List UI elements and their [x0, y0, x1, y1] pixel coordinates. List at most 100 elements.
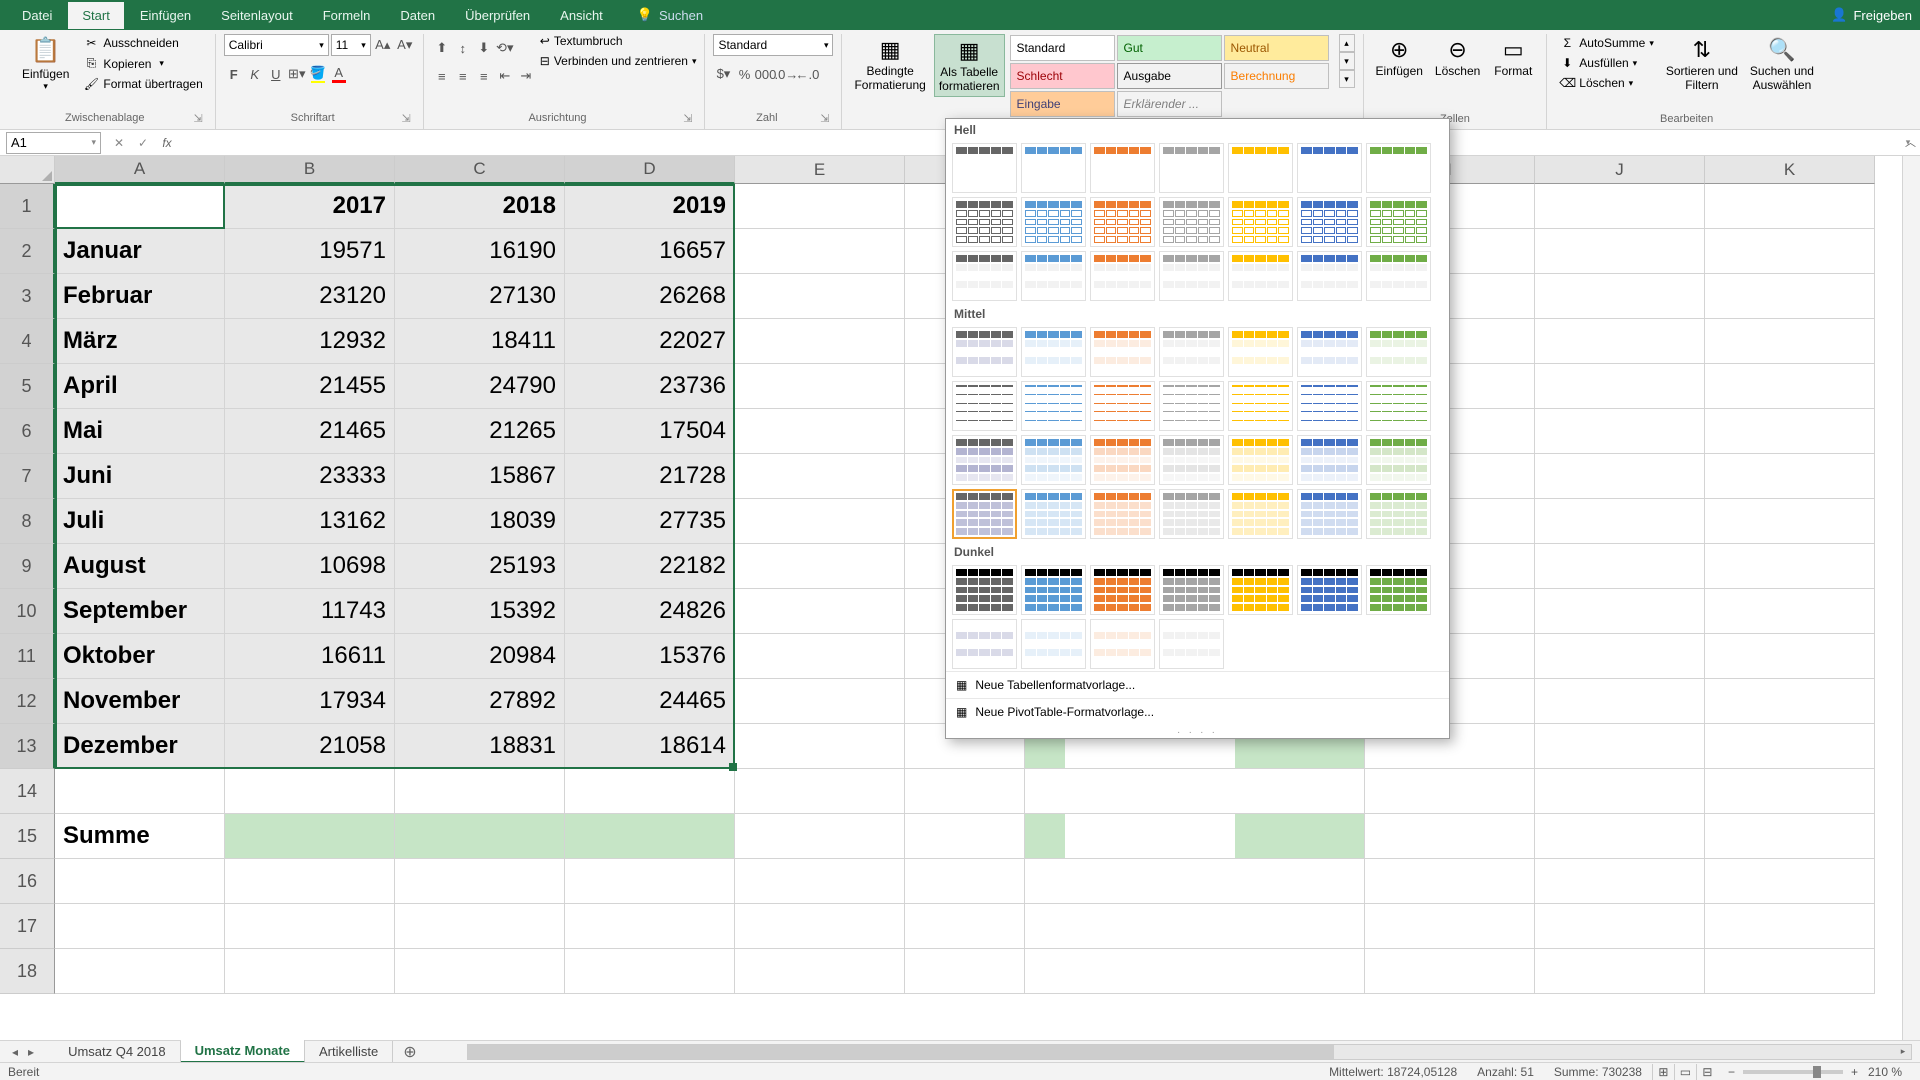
cell[interactable]: 27130 — [395, 274, 565, 319]
table-style-swatch[interactable] — [1297, 251, 1362, 301]
new-table-style-button[interactable]: ▦Neue Tabellenformatvorlage... — [946, 671, 1449, 698]
table-style-swatch[interactable] — [1297, 197, 1362, 247]
cell[interactable] — [735, 364, 905, 409]
table-style-swatch[interactable] — [1228, 197, 1293, 247]
cell[interactable]: 21455 — [225, 364, 395, 409]
column-header[interactable]: K — [1705, 156, 1875, 184]
format-cells-button[interactable]: ▭Format — [1488, 34, 1538, 80]
cell[interactable] — [1535, 634, 1705, 679]
vertical-scrollbar[interactable] — [1902, 156, 1920, 1042]
dialog-launcher-icon[interactable]: ⇲ — [820, 112, 829, 125]
row-header[interactable]: 15 — [0, 814, 55, 859]
share-button[interactable]: 👤 Freigeben — [1831, 7, 1912, 23]
cell[interactable]: 27735 — [565, 499, 735, 544]
style-neutral[interactable]: Neutral — [1224, 35, 1329, 61]
paste-button[interactable]: 📋 Einfügen ▾ — [16, 34, 75, 94]
conditional-formatting-button[interactable]: ▦ Bedingte Formatierung — [850, 34, 929, 95]
table-style-swatch[interactable] — [1159, 251, 1224, 301]
table-style-swatch[interactable] — [1366, 197, 1431, 247]
cell[interactable] — [735, 499, 905, 544]
row-header[interactable]: 12 — [0, 679, 55, 724]
cell[interactable]: Dezember — [55, 724, 225, 769]
style-erklaerender[interactable]: Erklärender ... — [1117, 91, 1222, 117]
table-style-swatch[interactable] — [1228, 251, 1293, 301]
zoom-in-button[interactable]: + — [1851, 1065, 1858, 1079]
cell[interactable] — [1705, 184, 1875, 229]
cell[interactable] — [1705, 454, 1875, 499]
number-format-select[interactable]: Standard▾ — [713, 34, 833, 56]
percent-button[interactable]: % — [734, 64, 754, 84]
align-middle-button[interactable]: ↕ — [453, 38, 473, 58]
tab-einfuegen[interactable]: Einfügen — [126, 2, 205, 29]
cell[interactable] — [1535, 364, 1705, 409]
cell[interactable] — [395, 859, 565, 904]
clear-button[interactable]: ⌫Löschen▾ — [1555, 74, 1658, 92]
cell[interactable]: 24465 — [565, 679, 735, 724]
cell[interactable]: 2017 — [225, 184, 395, 229]
cell[interactable] — [735, 724, 905, 769]
row-header[interactable]: 6 — [0, 409, 55, 454]
cell[interactable]: 23736 — [565, 364, 735, 409]
column-header[interactable]: C — [395, 156, 565, 184]
fill-button[interactable]: ⬇Ausfüllen▾ — [1555, 54, 1658, 72]
align-left-button[interactable]: ≡ — [432, 66, 452, 86]
font-size-select[interactable]: 11▾ — [331, 34, 371, 56]
cell[interactable]: 15867 — [395, 454, 565, 499]
autosum-button[interactable]: ΣAutoSumme▾ — [1555, 34, 1658, 52]
name-box[interactable]: A1▾ — [6, 132, 101, 154]
table-style-swatch[interactable] — [952, 381, 1017, 431]
table-style-swatch[interactable] — [1021, 381, 1086, 431]
cell[interactable] — [1535, 589, 1705, 634]
cell[interactable] — [1535, 949, 1705, 994]
cell[interactable] — [1705, 274, 1875, 319]
cell[interactable] — [1705, 499, 1875, 544]
cell[interactable]: 19571 — [225, 229, 395, 274]
cell[interactable] — [735, 679, 905, 724]
table-style-swatch[interactable] — [1159, 327, 1224, 377]
cell[interactable] — [1705, 589, 1875, 634]
table-style-swatch[interactable] — [1366, 381, 1431, 431]
cell[interactable] — [1705, 679, 1875, 724]
column-header[interactable]: J — [1535, 156, 1705, 184]
table-style-swatch[interactable] — [1228, 327, 1293, 377]
cell[interactable] — [55, 859, 225, 904]
cell[interactable] — [1365, 814, 1535, 859]
cell[interactable]: Juni — [55, 454, 225, 499]
cell[interactable] — [735, 184, 905, 229]
table-style-swatch[interactable] — [1090, 381, 1155, 431]
cell[interactable] — [1365, 904, 1535, 949]
align-bottom-button[interactable]: ⬇ — [474, 38, 494, 58]
dialog-launcher-icon[interactable]: ⇲ — [194, 112, 203, 125]
table-style-swatch[interactable] — [1228, 489, 1293, 539]
cell[interactable]: 15376 — [565, 634, 735, 679]
table-style-swatch[interactable] — [1090, 565, 1155, 615]
cell[interactable] — [1535, 679, 1705, 724]
cell[interactable]: August — [55, 544, 225, 589]
cell[interactable]: 18039 — [395, 499, 565, 544]
cell[interactable] — [1535, 409, 1705, 454]
style-standard[interactable]: Standard — [1010, 35, 1115, 61]
cut-button[interactable]: ✂Ausschneiden — [79, 34, 206, 52]
style-berechnung[interactable]: Berechnung — [1224, 63, 1329, 89]
cell[interactable] — [1535, 229, 1705, 274]
tell-me-search[interactable]: 💡 Suchen — [637, 7, 703, 23]
cell[interactable] — [735, 769, 905, 814]
cell[interactable]: 21728 — [565, 454, 735, 499]
cell[interactable] — [1705, 634, 1875, 679]
table-style-swatch[interactable] — [1366, 251, 1431, 301]
hscroll-right[interactable]: ▸ — [1895, 1045, 1911, 1059]
cell[interactable]: 24790 — [395, 364, 565, 409]
table-style-swatch[interactable] — [1090, 251, 1155, 301]
table-style-swatch[interactable] — [952, 251, 1017, 301]
table-style-swatch[interactable] — [1021, 565, 1086, 615]
cell[interactable] — [565, 904, 735, 949]
cell[interactable] — [55, 904, 225, 949]
italic-button[interactable]: K — [245, 64, 265, 84]
table-style-swatch[interactable] — [952, 565, 1017, 615]
cell[interactable]: 21058 — [225, 724, 395, 769]
table-style-swatch[interactable] — [1297, 565, 1362, 615]
cell[interactable]: 22182 — [565, 544, 735, 589]
cell[interactable]: 25193 — [395, 544, 565, 589]
cell[interactable] — [1535, 544, 1705, 589]
cell[interactable]: Juli — [55, 499, 225, 544]
